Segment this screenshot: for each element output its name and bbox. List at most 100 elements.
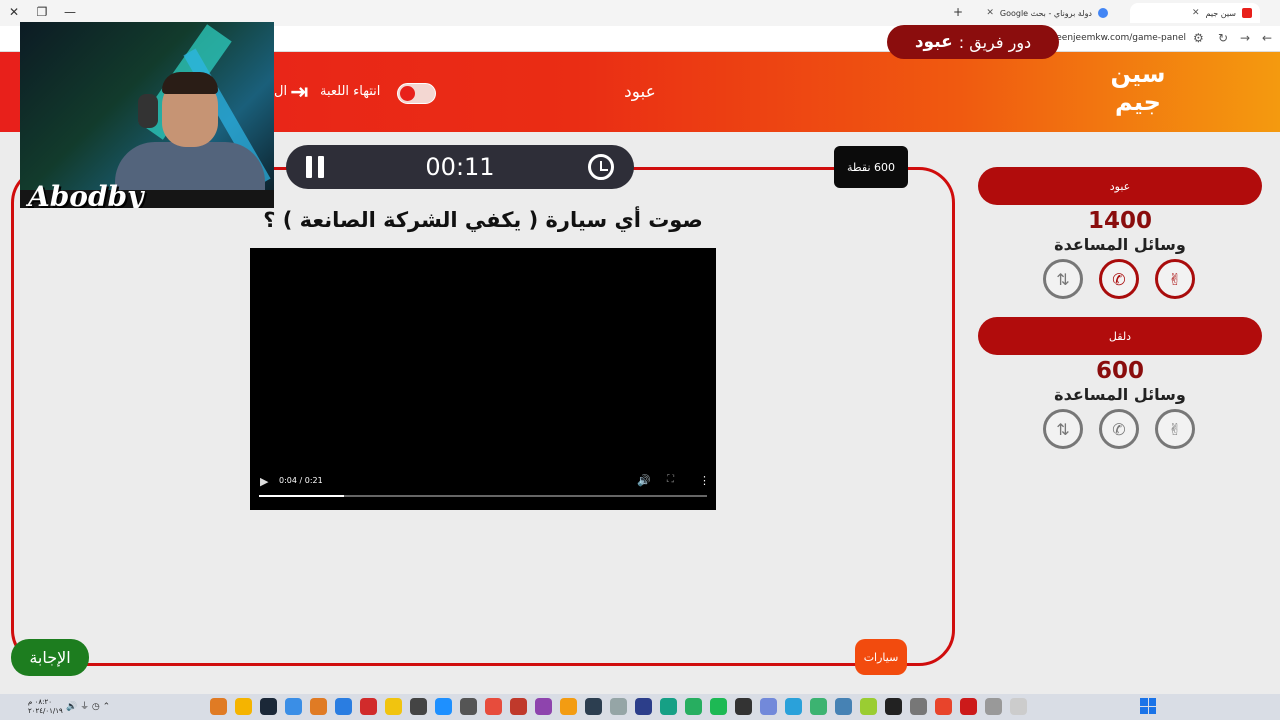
app-icon[interactable] xyxy=(685,698,702,715)
team-card: دلقل 600 وسائل المساعدة ✌ ✆ ⇅ xyxy=(978,317,1262,453)
current-player-name: عبود xyxy=(624,82,656,102)
answer-button[interactable]: الإجابة xyxy=(11,639,89,676)
spotify-icon[interactable] xyxy=(710,698,727,715)
steam-icon[interactable] xyxy=(260,698,277,715)
two-answers-icon[interactable]: ✌ xyxy=(1155,409,1195,449)
search-icon[interactable] xyxy=(1010,698,1027,715)
reload-icon[interactable]: ↻ xyxy=(1218,31,1228,45)
reset-timer-icon[interactable] xyxy=(588,154,614,180)
window-close-icon[interactable]: ✕ xyxy=(6,5,22,19)
tab-google-search[interactable]: دولة بروناي - بحث Google ✕ xyxy=(972,3,1116,23)
help-tools-label: وسائل المساعدة xyxy=(1054,385,1186,404)
app-icon[interactable] xyxy=(310,698,327,715)
back-label[interactable]: ال xyxy=(274,84,287,99)
taskbar-apps xyxy=(210,698,1027,716)
tab-title: دولة بروناي - بحث Google xyxy=(999,8,1092,18)
app-icon[interactable] xyxy=(585,698,602,715)
app-icon[interactable] xyxy=(410,698,427,715)
chrome-icon[interactable] xyxy=(935,698,952,715)
tab-seenjeem[interactable]: سين جيم ✕ xyxy=(1130,3,1260,23)
app-icon[interactable] xyxy=(910,698,927,715)
app-icon[interactable] xyxy=(460,698,477,715)
game-toggle[interactable] xyxy=(397,83,436,104)
taskbar-date: ٢٠٢٤/٠١/١٩ xyxy=(28,707,63,715)
app-icon[interactable] xyxy=(360,698,377,715)
app-icon[interactable] xyxy=(485,698,502,715)
two-answers-icon[interactable]: ✌ xyxy=(1155,259,1195,299)
question-timer: 00:11 xyxy=(286,145,634,189)
app-icon[interactable] xyxy=(860,698,877,715)
volume-icon[interactable]: 🔊 xyxy=(637,474,651,487)
turn-team-name: عبود xyxy=(914,32,953,52)
windows-taskbar: ٠٨:٢٠ م ٢٠٢٤/٠١/١٩ 🔊 ⏚ ◷ ⌃ xyxy=(0,694,1280,720)
question-points-badge: 600 نقطة xyxy=(834,146,908,188)
window-minimize-icon[interactable]: — xyxy=(62,5,78,19)
back-icon[interactable]: ← xyxy=(1262,31,1272,45)
app-icon[interactable] xyxy=(835,698,852,715)
help-tools: ✌ ✆ ⇅ xyxy=(978,259,1262,303)
window-restore-icon[interactable]: ❐ xyxy=(34,5,50,19)
app-icon[interactable] xyxy=(885,698,902,715)
fullscreen-icon[interactable]: ⛶ xyxy=(667,474,674,485)
toggle-knob xyxy=(400,86,415,101)
team-score: 600 xyxy=(1095,358,1144,384)
url-field[interactable]: seenjeemkw.com/game-panel xyxy=(1052,33,1186,43)
video-progress-bar[interactable] xyxy=(259,495,707,497)
seenjeem-logo: سين جيم xyxy=(1110,60,1166,116)
site-settings-icon[interactable]: ⚙ xyxy=(1193,31,1204,45)
question-text: صوت أي سيارة ( يكفي الشركة الصانعة ) ؟ xyxy=(263,208,703,232)
turn-indicator: دور فريق : عبود xyxy=(887,25,1059,59)
app-icon[interactable] xyxy=(385,698,402,715)
app-icon[interactable] xyxy=(735,698,752,715)
windows-start-icon[interactable] xyxy=(1140,698,1156,714)
app-icon[interactable] xyxy=(235,698,252,715)
video-time: 0:04 / 0:21 xyxy=(279,476,323,485)
taskbar-time: ٠٨:٢٠ م xyxy=(28,698,52,706)
help-tools: ✌ ✆ ⇅ xyxy=(978,409,1262,453)
seenjeem-favicon-icon xyxy=(1242,8,1252,18)
forward-icon[interactable]: → xyxy=(1240,31,1250,45)
app-icon[interactable] xyxy=(560,698,577,715)
phone-call-icon[interactable]: ✆ xyxy=(1099,409,1139,449)
file-explorer-icon[interactable] xyxy=(985,698,1002,715)
app-icon[interactable] xyxy=(535,698,552,715)
category-badge: سيارات xyxy=(855,639,907,675)
team-name: دلقل xyxy=(978,317,1262,355)
telegram-icon[interactable] xyxy=(785,698,802,715)
swap-turn-icon[interactable]: ⇅ xyxy=(1043,409,1083,449)
opera-icon[interactable] xyxy=(960,698,977,715)
more-options-icon[interactable]: ⋮ xyxy=(699,474,710,487)
turn-label: دور فريق : xyxy=(958,32,1032,52)
swap-turn-icon[interactable]: ⇅ xyxy=(1043,259,1083,299)
app-icon[interactable] xyxy=(335,698,352,715)
video-progress-fill xyxy=(259,495,345,497)
timer-value: 00:11 xyxy=(425,153,495,181)
app-icon[interactable] xyxy=(610,698,627,715)
video-player[interactable]: ▶ 0:04 / 0:21 🔊 ⛶ ⋮ xyxy=(250,248,716,510)
system-tray[interactable]: 🔊 ⏚ ◷ ⌃ xyxy=(66,699,110,712)
app-icon[interactable] xyxy=(510,698,527,715)
tab-close-icon[interactable]: ✕ xyxy=(1192,8,1200,18)
app-icon[interactable] xyxy=(285,698,302,715)
app-icon[interactable] xyxy=(435,698,452,715)
taskbar-clock[interactable]: ٠٨:٢٠ م ٢٠٢٤/٠١/١٩ xyxy=(28,698,63,716)
end-game-label[interactable]: انتهاء اللعبة xyxy=(320,84,380,99)
google-favicon-icon xyxy=(1098,8,1108,18)
tab-title: سين جيم xyxy=(1205,8,1236,18)
new-tab-icon[interactable]: + xyxy=(950,5,966,19)
app-icon[interactable] xyxy=(810,698,827,715)
app-icon[interactable] xyxy=(635,698,652,715)
tab-close-icon[interactable]: ✕ xyxy=(986,8,994,18)
team-name: عبود xyxy=(978,167,1262,205)
exit-arrow-icon[interactable]: ⇥ xyxy=(290,80,308,105)
phone-call-icon[interactable]: ✆ xyxy=(1099,259,1139,299)
team-card: عبود 1400 وسائل المساعدة ✌ ✆ ⇅ xyxy=(978,167,1262,303)
team-score: 1400 xyxy=(1087,208,1152,234)
app-icon[interactable] xyxy=(210,698,227,715)
app-icon[interactable] xyxy=(660,698,677,715)
discord-icon[interactable] xyxy=(760,698,777,715)
streamer-brand: Abodby xyxy=(28,180,144,208)
play-icon[interactable]: ▶ xyxy=(260,475,268,488)
help-tools-label: وسائل المساعدة xyxy=(1054,235,1186,254)
streamer-webcam: Abodby xyxy=(20,22,274,208)
